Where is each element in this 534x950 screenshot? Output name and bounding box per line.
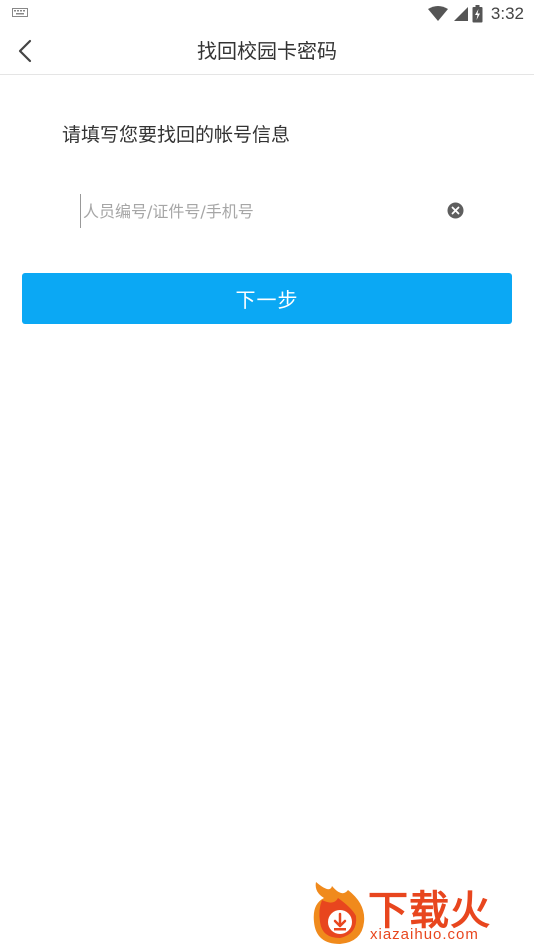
battery-icon	[472, 5, 483, 23]
next-button[interactable]: 下一步	[22, 273, 512, 324]
title-bar: 找回校园卡密码	[0, 28, 534, 75]
signal-icon	[453, 7, 468, 21]
page-title: 找回校园卡密码	[197, 39, 337, 63]
watermark-domain: xiazaihuo.com	[370, 926, 479, 943]
account-input[interactable]	[80, 194, 438, 228]
keyboard-icon	[12, 8, 28, 17]
page: 3:32 找回校园卡密码 请填写您要找回的帐号信息 下一步 下载火	[0, 0, 534, 950]
flame-download-icon	[313, 882, 365, 944]
watermark: 下载火 xiazaihuo.com	[308, 876, 528, 948]
clear-circle-icon[interactable]	[447, 202, 464, 219]
account-input-row	[80, 194, 470, 228]
status-icons: 3:32	[427, 4, 524, 24]
status-time: 3:32	[490, 4, 524, 23]
back-button[interactable]	[8, 34, 42, 68]
form-prompt: 请填写您要找回的帐号信息	[62, 124, 291, 146]
wifi-icon	[427, 6, 448, 21]
status-bar: 3:32	[0, 0, 534, 28]
chevron-left-icon	[18, 39, 32, 63]
